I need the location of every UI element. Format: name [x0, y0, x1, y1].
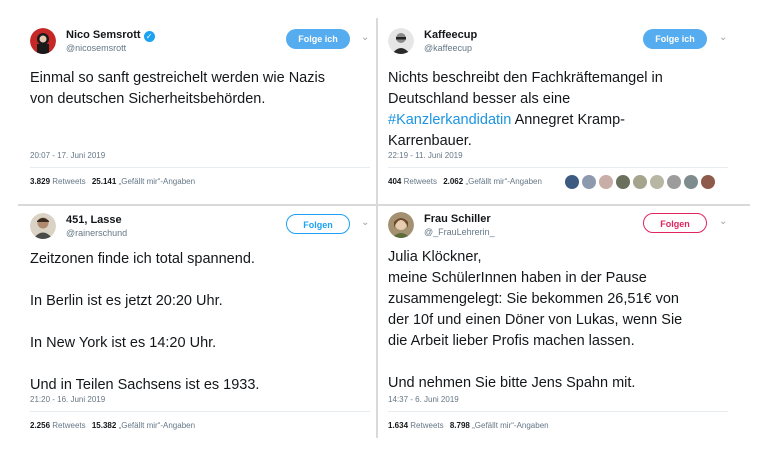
tweet-card-frau-schiller: Frau Schiller @_FrauLehrerin_ Folgen ⌄ J… — [388, 212, 738, 438]
tweet-text-line: Deutschland besser als eine — [388, 91, 571, 107]
follow-button[interactable]: Folgen — [643, 213, 707, 233]
separator — [388, 167, 728, 168]
tweet-text-line: Zeitzonen finde ich total spannend. — [30, 251, 255, 267]
tweet-timestamp[interactable]: 22:19 - 11. Juni 2019 — [388, 151, 463, 160]
like-label[interactable]: „Gefällt mir“-Angaben — [119, 421, 195, 430]
retweet-label[interactable]: Retweets — [410, 421, 443, 430]
like-count[interactable]: 8.798 — [450, 421, 470, 430]
retweet-label[interactable]: Retweets — [52, 421, 85, 430]
tweet-text-line: #Kanzlerkandidatin Annegret Kramp- — [388, 110, 663, 131]
retweet-count[interactable]: 1.634 — [388, 421, 408, 430]
user-handle[interactable]: @rainerschund — [66, 228, 127, 238]
user-handle[interactable]: @kaffeecup — [424, 43, 472, 53]
liker-avatar[interactable] — [650, 175, 664, 189]
avatar[interactable] — [388, 212, 414, 238]
tweet-card-kaffeecup: Kaffeecup @kaffeecup Folge ich ⌄ Nichts … — [388, 28, 738, 196]
avatar[interactable] — [388, 28, 414, 54]
tweet-text-line: der 10f und einen Döner von Lukas, wenn … — [388, 312, 683, 328]
separator — [30, 167, 370, 168]
liker-avatars — [565, 175, 715, 189]
verified-badge-icon: ✓ — [143, 31, 155, 42]
tweet-text-line: Nichts beschreibt den Fachkräftemangel i… — [388, 70, 663, 86]
liker-avatar[interactable] — [667, 175, 681, 189]
like-count[interactable]: 15.382 — [92, 421, 116, 430]
tweet-stats: 404 Retweets 2.062 „Gefällt mir“-Angaben — [388, 177, 542, 186]
user-name[interactable]: Kaffeecup — [424, 29, 477, 41]
tweet-text-line: Julia Klöckner, — [388, 249, 482, 265]
chevron-down-icon[interactable]: ⌄ — [719, 217, 729, 227]
tweet-text-line: Karrenbauer. — [388, 133, 472, 149]
retweet-count[interactable]: 2.256 — [30, 421, 50, 430]
vertical-divider — [376, 18, 378, 438]
tweet-text-line: zusammengelegt: Sie bekommen 26,51€ von — [388, 291, 679, 307]
tweet-text-line: In Berlin ist es jetzt 20:20 Uhr. — [30, 293, 223, 309]
like-label[interactable]: „Gefällt mir“-Angaben — [119, 177, 195, 186]
user-name[interactable]: Nico Semsrott ✓ — [66, 29, 155, 42]
tweet-text: Einmal so sanft gestreichelt werden wie … — [30, 68, 325, 110]
retweet-label[interactable]: Retweets — [404, 177, 437, 186]
avatar[interactable] — [30, 28, 56, 54]
user-name[interactable]: Frau Schiller — [424, 213, 491, 225]
separator — [30, 411, 370, 412]
chevron-down-icon[interactable]: ⌄ — [719, 33, 729, 43]
liker-avatar[interactable] — [684, 175, 698, 189]
user-handle[interactable]: @nicosemsrott — [66, 43, 126, 53]
chevron-down-icon[interactable]: ⌄ — [361, 218, 370, 228]
tweet-text: Zeitzonen finde ich total spannend. In B… — [30, 249, 259, 396]
follow-button[interactable]: Folgen — [286, 214, 350, 234]
like-label[interactable]: „Gefällt mir“-Angaben — [465, 177, 541, 186]
tweet-stats: 1.634 Retweets 8.798 „Gefällt mir“-Angab… — [388, 421, 549, 430]
retweet-count[interactable]: 404 — [388, 177, 401, 186]
tweet-timestamp[interactable]: 20:07 - 17. Juni 2019 — [30, 151, 105, 160]
tweet-text: Nichts beschreibt den Fachkräftemangel i… — [388, 68, 663, 152]
tweet-text-line: die Arbeit lieber Profis machen lassen. — [388, 333, 635, 349]
avatar[interactable] — [30, 213, 56, 239]
chevron-down-icon[interactable]: ⌄ — [361, 33, 370, 43]
liker-avatar[interactable] — [633, 175, 647, 189]
tweet-text: Julia Klöckner, meine SchülerInnen haben… — [388, 247, 682, 394]
user-name[interactable]: 451, Lasse — [66, 214, 122, 226]
separator — [388, 411, 728, 412]
user-name-text[interactable]: 451, Lasse — [66, 214, 122, 226]
tweet-text-line: meine SchülerInnen haben in der Pause — [388, 270, 647, 286]
user-name-text[interactable]: Nico Semsrott — [66, 29, 141, 41]
like-count[interactable]: 2.062 — [443, 177, 463, 186]
tweet-text-line: In New York ist es 14:20 Uhr. — [30, 335, 217, 351]
user-handle[interactable]: @_FrauLehrerin_ — [424, 227, 495, 237]
tweet-text-line: von deutschen Sicherheitsbehörden. — [30, 91, 266, 107]
tweet-stats: 2.256 Retweets 15.382 „Gefällt mir“-Anga… — [30, 421, 195, 430]
tweet-timestamp[interactable]: 14:37 - 6. Juni 2019 — [388, 395, 459, 404]
tweet-card-451-lasse: 451, Lasse @rainerschund Folgen ⌄ Zeitzo… — [30, 213, 370, 438]
retweet-count[interactable]: 3.829 — [30, 177, 50, 186]
liker-avatar[interactable] — [582, 175, 596, 189]
user-name-text[interactable]: Kaffeecup — [424, 29, 477, 41]
tweet-text-line: Und nehmen Sie bitte Jens Spahn mit. — [388, 375, 636, 391]
tweet-card-nico-semsrott: Nico Semsrott ✓ @nicosemsrott Folge ich ⌄… — [30, 28, 370, 196]
retweet-label[interactable]: Retweets — [52, 177, 85, 186]
tweet-text-line: Und in Teilen Sachsens ist es 1933. — [30, 377, 260, 393]
hashtag-link[interactable]: #Kanzlerkandidatin — [388, 112, 511, 128]
liker-avatar[interactable] — [616, 175, 630, 189]
tweet-stats: 3.829 Retweets 25.141 „Gefällt mir“-Anga… — [30, 177, 195, 186]
tweet-text-line: Einmal so sanft gestreichelt werden wie … — [30, 70, 325, 86]
horizontal-divider — [18, 204, 750, 206]
user-name-text[interactable]: Frau Schiller — [424, 213, 491, 225]
tweet-timestamp[interactable]: 21:20 - 16. Juni 2019 — [30, 395, 105, 404]
following-button[interactable]: Folge ich — [643, 29, 707, 49]
following-button[interactable]: Folge ich — [286, 29, 350, 49]
liker-avatar[interactable] — [565, 175, 579, 189]
like-count[interactable]: 25.141 — [92, 177, 116, 186]
tweet-text-segment: Annegret Kramp- — [511, 112, 625, 128]
liker-avatar[interactable] — [701, 175, 715, 189]
like-label[interactable]: „Gefällt mir“-Angaben — [472, 421, 548, 430]
liker-avatar[interactable] — [599, 175, 613, 189]
